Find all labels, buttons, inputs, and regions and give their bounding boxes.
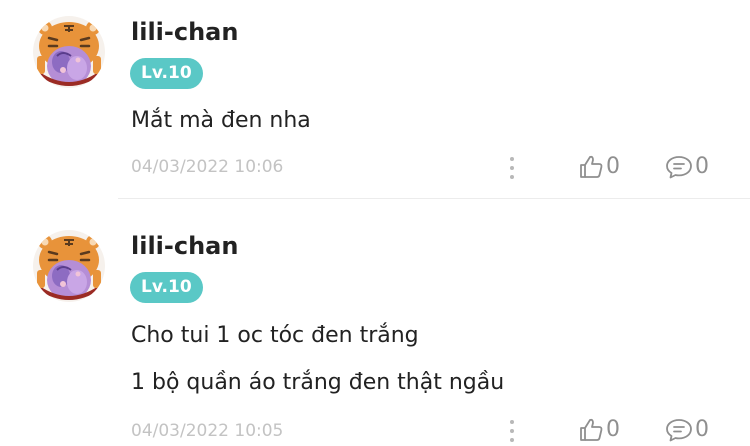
divider [118, 198, 750, 199]
like-count: 0 [606, 154, 620, 179]
comment-item: lili-chan Lv.10 Mắt mà đen nha 04/03/202… [0, 0, 750, 199]
more-options-button[interactable] [504, 155, 520, 181]
like-button[interactable]: 0 [578, 153, 620, 181]
comment-item: lili-chan Lv.10 Cho tui 1 oc tóc đen trắ… [0, 214, 750, 446]
vertical-dots-icon [510, 420, 514, 424]
comment-text: Mắt mà đen nha [131, 108, 311, 133]
level-badge: Lv.10 [130, 58, 203, 89]
comment-timestamp: 04/03/2022 10:05 [131, 421, 284, 441]
reply-button[interactable]: 0 [665, 416, 709, 444]
comment-feed: lili-chan Lv.10 Mắt mà đen nha 04/03/202… [0, 0, 750, 446]
level-badge: Lv.10 [130, 272, 203, 303]
thumbs-up-icon [580, 418, 603, 441]
speech-bubble-icon [666, 419, 692, 442]
reply-count: 0 [695, 154, 709, 179]
like-count: 0 [606, 417, 620, 442]
avatar[interactable] [33, 16, 105, 88]
vertical-dots-icon [510, 157, 514, 161]
like-button[interactable]: 0 [578, 416, 620, 444]
username[interactable]: lili-chan [131, 17, 238, 47]
comment-text: 1 bộ quần áo trắng đen thật ngầu [131, 370, 505, 395]
more-options-button[interactable] [504, 418, 520, 444]
tiger-avatar-icon [33, 16, 105, 88]
comment-timestamp: 04/03/2022 10:06 [131, 157, 284, 177]
tiger-avatar-icon [33, 230, 105, 302]
comment-text: Cho tui 1 oc tóc đen trắng [131, 323, 419, 348]
speech-bubble-icon [666, 156, 692, 179]
thumbs-up-icon [580, 155, 603, 178]
avatar[interactable] [33, 230, 105, 302]
reply-count: 0 [695, 417, 709, 442]
reply-button[interactable]: 0 [665, 153, 709, 181]
username[interactable]: lili-chan [131, 231, 238, 261]
